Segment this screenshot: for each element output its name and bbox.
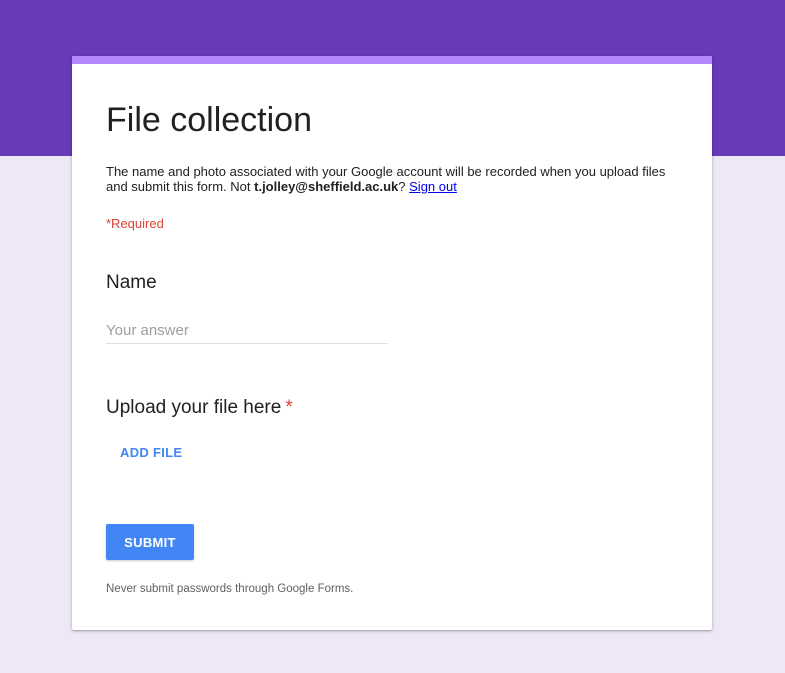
question-title-upload: Upload your file here * — [106, 396, 293, 420]
form-description: The name and photo associated with your … — [106, 164, 686, 194]
add-file-button[interactable]: ADD FILE — [110, 436, 192, 468]
question-mark: ? — [398, 179, 410, 194]
question-title-upload-text: Upload your file here — [106, 397, 282, 418]
form-card: File collection The name and photo assoc… — [72, 56, 712, 630]
required-note: *Required — [106, 216, 164, 231]
name-answer-input[interactable] — [106, 318, 388, 344]
form-title: File collection — [106, 101, 312, 139]
required-star: * — [285, 397, 293, 418]
card-accent-bar — [72, 56, 712, 64]
sign-out-link[interactable]: Sign out — [409, 179, 457, 194]
question-title-name: Name — [106, 272, 157, 293]
submit-button[interactable]: SUBMIT — [106, 524, 194, 560]
account-email: t.jolley@sheffield.ac.uk — [254, 179, 399, 194]
password-warning-note: Never submit passwords through Google Fo… — [106, 583, 354, 595]
